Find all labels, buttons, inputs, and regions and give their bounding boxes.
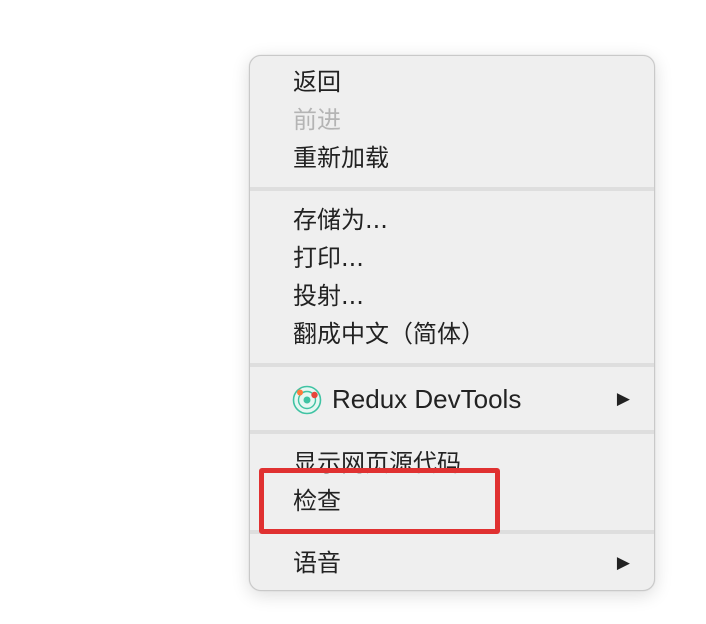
menu-separator	[250, 363, 654, 367]
menu-item-forward: 前进	[293, 106, 341, 134]
menu-item-print[interactable]: 打印...	[250, 239, 654, 277]
menu-item-label: 语音	[293, 549, 341, 577]
context-menu: 返回 前进 重新加载 存储为... 打印... 投射... 翻成中文（简体） R…	[249, 55, 655, 591]
menu-item-speech[interactable]: 语音 ▶	[250, 544, 654, 582]
menu-item-view-source[interactable]: 显示网页源代码	[250, 444, 654, 482]
menu-item-redux-devtools[interactable]: Redux DevTools ▶	[250, 380, 654, 418]
menu-separator	[250, 187, 654, 191]
menu-item-inspect[interactable]: 检查	[250, 482, 654, 520]
redux-devtools-icon	[292, 385, 322, 415]
menu-item-label: Redux DevTools	[332, 384, 522, 414]
screen: 返回 前进 重新加载 存储为... 打印... 投射... 翻成中文（简体） R…	[0, 0, 706, 624]
menu-item-back[interactable]: 返回	[250, 63, 654, 101]
menu-item-reload[interactable]: 重新加载	[250, 139, 654, 177]
menu-separator	[250, 530, 654, 534]
menu-item-cast[interactable]: 投射...	[250, 277, 654, 315]
menu-item-save-as[interactable]: 存储为...	[250, 201, 654, 239]
menu-item-translate[interactable]: 翻成中文（简体）	[250, 315, 654, 353]
submenu-arrow-icon: ▶	[616, 553, 630, 573]
submenu-arrow-icon: ▶	[616, 389, 630, 409]
menu-separator	[250, 430, 654, 434]
